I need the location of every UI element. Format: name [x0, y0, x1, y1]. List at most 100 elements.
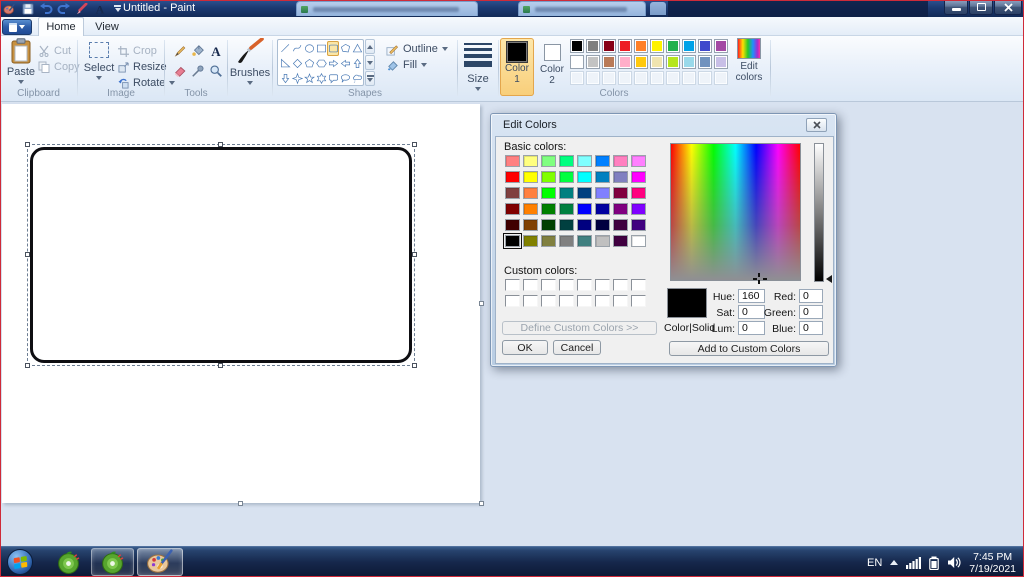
lum-field[interactable]: 0 — [738, 321, 765, 335]
custom-color-swatch[interactable] — [523, 295, 538, 307]
basic-color-swatch[interactable] — [523, 187, 538, 199]
shape-arrow-left[interactable] — [339, 56, 351, 71]
custom-color-swatch[interactable] — [631, 295, 646, 307]
basic-color-swatch[interactable] — [523, 235, 538, 247]
size-button[interactable]: Size — [461, 40, 495, 91]
palette-empty-slot[interactable] — [666, 71, 680, 85]
color-picker-tool[interactable] — [189, 61, 206, 80]
select-button[interactable]: Select — [82, 38, 116, 80]
basic-color-swatch[interactable] — [505, 155, 520, 167]
hue-saturation-field[interactable] — [670, 143, 801, 284]
basic-color-swatch[interactable] — [541, 219, 556, 231]
basic-color-swatch[interactable] — [595, 203, 610, 215]
shape-pentagon[interactable] — [303, 56, 315, 71]
basic-color-swatch[interactable] — [541, 187, 556, 199]
custom-color-swatch[interactable] — [523, 279, 538, 291]
palette-color-swatch[interactable] — [714, 39, 728, 53]
palette-empty-slot[interactable] — [650, 71, 664, 85]
basic-color-swatch[interactable] — [559, 171, 574, 183]
fill-button[interactable]: Fill — [386, 58, 428, 72]
basic-color-swatch[interactable] — [505, 171, 520, 183]
canvas-resize-handle-se[interactable] — [479, 501, 484, 506]
shape-star-6[interactable] — [315, 71, 327, 86]
magnifier-tool[interactable] — [207, 61, 224, 80]
custom-color-swatch[interactable] — [613, 295, 628, 307]
brush-red-icon[interactable] — [74, 2, 89, 16]
start-button[interactable] — [7, 549, 33, 575]
shapes-scroll-down[interactable] — [365, 55, 375, 70]
resize-handle-sw[interactable] — [25, 363, 30, 368]
palette-color-swatch[interactable] — [682, 55, 696, 69]
resize-handle-ne[interactable] — [412, 142, 417, 147]
basic-color-swatch[interactable] — [523, 171, 538, 183]
basic-color-swatch[interactable] — [505, 203, 520, 215]
text-tool[interactable]: A — [207, 41, 224, 60]
palette-color-swatch[interactable] — [698, 55, 712, 69]
basic-color-swatch[interactable] — [595, 155, 610, 167]
palette-color-swatch[interactable] — [666, 55, 680, 69]
shape-curve[interactable] — [291, 41, 303, 56]
taskbar-app-green-1[interactable] — [48, 548, 88, 576]
cut-button[interactable]: Cut — [38, 44, 71, 58]
tab-home[interactable]: Home — [38, 17, 84, 36]
basic-color-swatch[interactable] — [577, 219, 592, 231]
custom-color-swatch[interactable] — [559, 295, 574, 307]
basic-color-swatch[interactable] — [595, 187, 610, 199]
shape-arrow-down[interactable] — [279, 71, 291, 86]
resize-handle-w[interactable] — [25, 252, 30, 257]
basic-color-swatch[interactable] — [559, 187, 574, 199]
blue-field[interactable]: 0 — [799, 321, 823, 335]
save-icon[interactable] — [20, 2, 35, 16]
basic-color-swatch[interactable] — [613, 235, 628, 247]
shape-hexagon[interactable] — [315, 56, 327, 71]
palette-color-swatch[interactable] — [570, 55, 584, 69]
background-window-tab[interactable] — [296, 1, 478, 16]
fill-tool[interactable] — [189, 41, 206, 60]
basic-color-swatch[interactable] — [541, 235, 556, 247]
shape-star-4[interactable] — [291, 71, 303, 86]
palette-empty-slot[interactable] — [586, 71, 600, 85]
resize-handle-e[interactable] — [412, 252, 417, 257]
basic-color-swatch[interactable] — [505, 219, 520, 231]
shape-callout-rounded[interactable] — [327, 71, 339, 86]
custom-color-swatch[interactable] — [631, 279, 646, 291]
taskbar-clock[interactable]: 7:45 PM 7/19/2021 — [969, 551, 1016, 575]
basic-color-swatch[interactable] — [523, 219, 538, 231]
cancel-button[interactable]: Cancel — [553, 340, 601, 355]
palette-color-swatch[interactable] — [586, 55, 600, 69]
basic-color-swatch[interactable] — [613, 203, 628, 215]
basic-color-swatch[interactable] — [631, 235, 646, 247]
shape-arrow-up[interactable] — [351, 56, 363, 71]
palette-empty-slot[interactable] — [714, 71, 728, 85]
palette-color-swatch[interactable] — [650, 39, 664, 53]
custom-color-swatch[interactable] — [559, 279, 574, 291]
palette-color-swatch[interactable] — [586, 39, 600, 53]
basic-color-swatch[interactable] — [613, 171, 628, 183]
basic-color-swatch[interactable] — [523, 155, 538, 167]
basic-color-swatch[interactable] — [559, 203, 574, 215]
network-signal-icon[interactable] — [906, 556, 922, 569]
basic-color-swatch[interactable] — [559, 155, 574, 167]
close-button[interactable] — [994, 0, 1022, 15]
basic-color-swatch[interactable] — [631, 171, 646, 183]
shape-triangle[interactable] — [351, 41, 363, 56]
basic-color-swatch[interactable] — [541, 203, 556, 215]
basic-color-swatch[interactable] — [559, 235, 574, 247]
custom-color-swatch[interactable] — [541, 279, 556, 291]
taskbar-app-paint[interactable] — [137, 548, 183, 576]
redo-icon[interactable] — [56, 2, 71, 16]
shape-selection-box[interactable] — [25, 142, 417, 368]
define-custom-colors-button[interactable]: Define Custom Colors >> — [502, 321, 657, 335]
basic-color-swatch[interactable] — [631, 219, 646, 231]
custom-color-swatch[interactable] — [505, 279, 520, 291]
basic-color-swatch[interactable] — [613, 219, 628, 231]
palette-color-swatch[interactable] — [634, 39, 648, 53]
basic-color-swatch[interactable] — [595, 235, 610, 247]
eraser-tool[interactable] — [171, 61, 188, 80]
resize-handle-s[interactable] — [218, 363, 223, 368]
green-field[interactable]: 0 — [799, 305, 823, 319]
minimize-button[interactable] — [944, 0, 968, 15]
undo-icon[interactable] — [38, 2, 53, 16]
tab-view[interactable]: View — [87, 17, 127, 36]
crop-button[interactable]: Crop — [118, 44, 157, 58]
